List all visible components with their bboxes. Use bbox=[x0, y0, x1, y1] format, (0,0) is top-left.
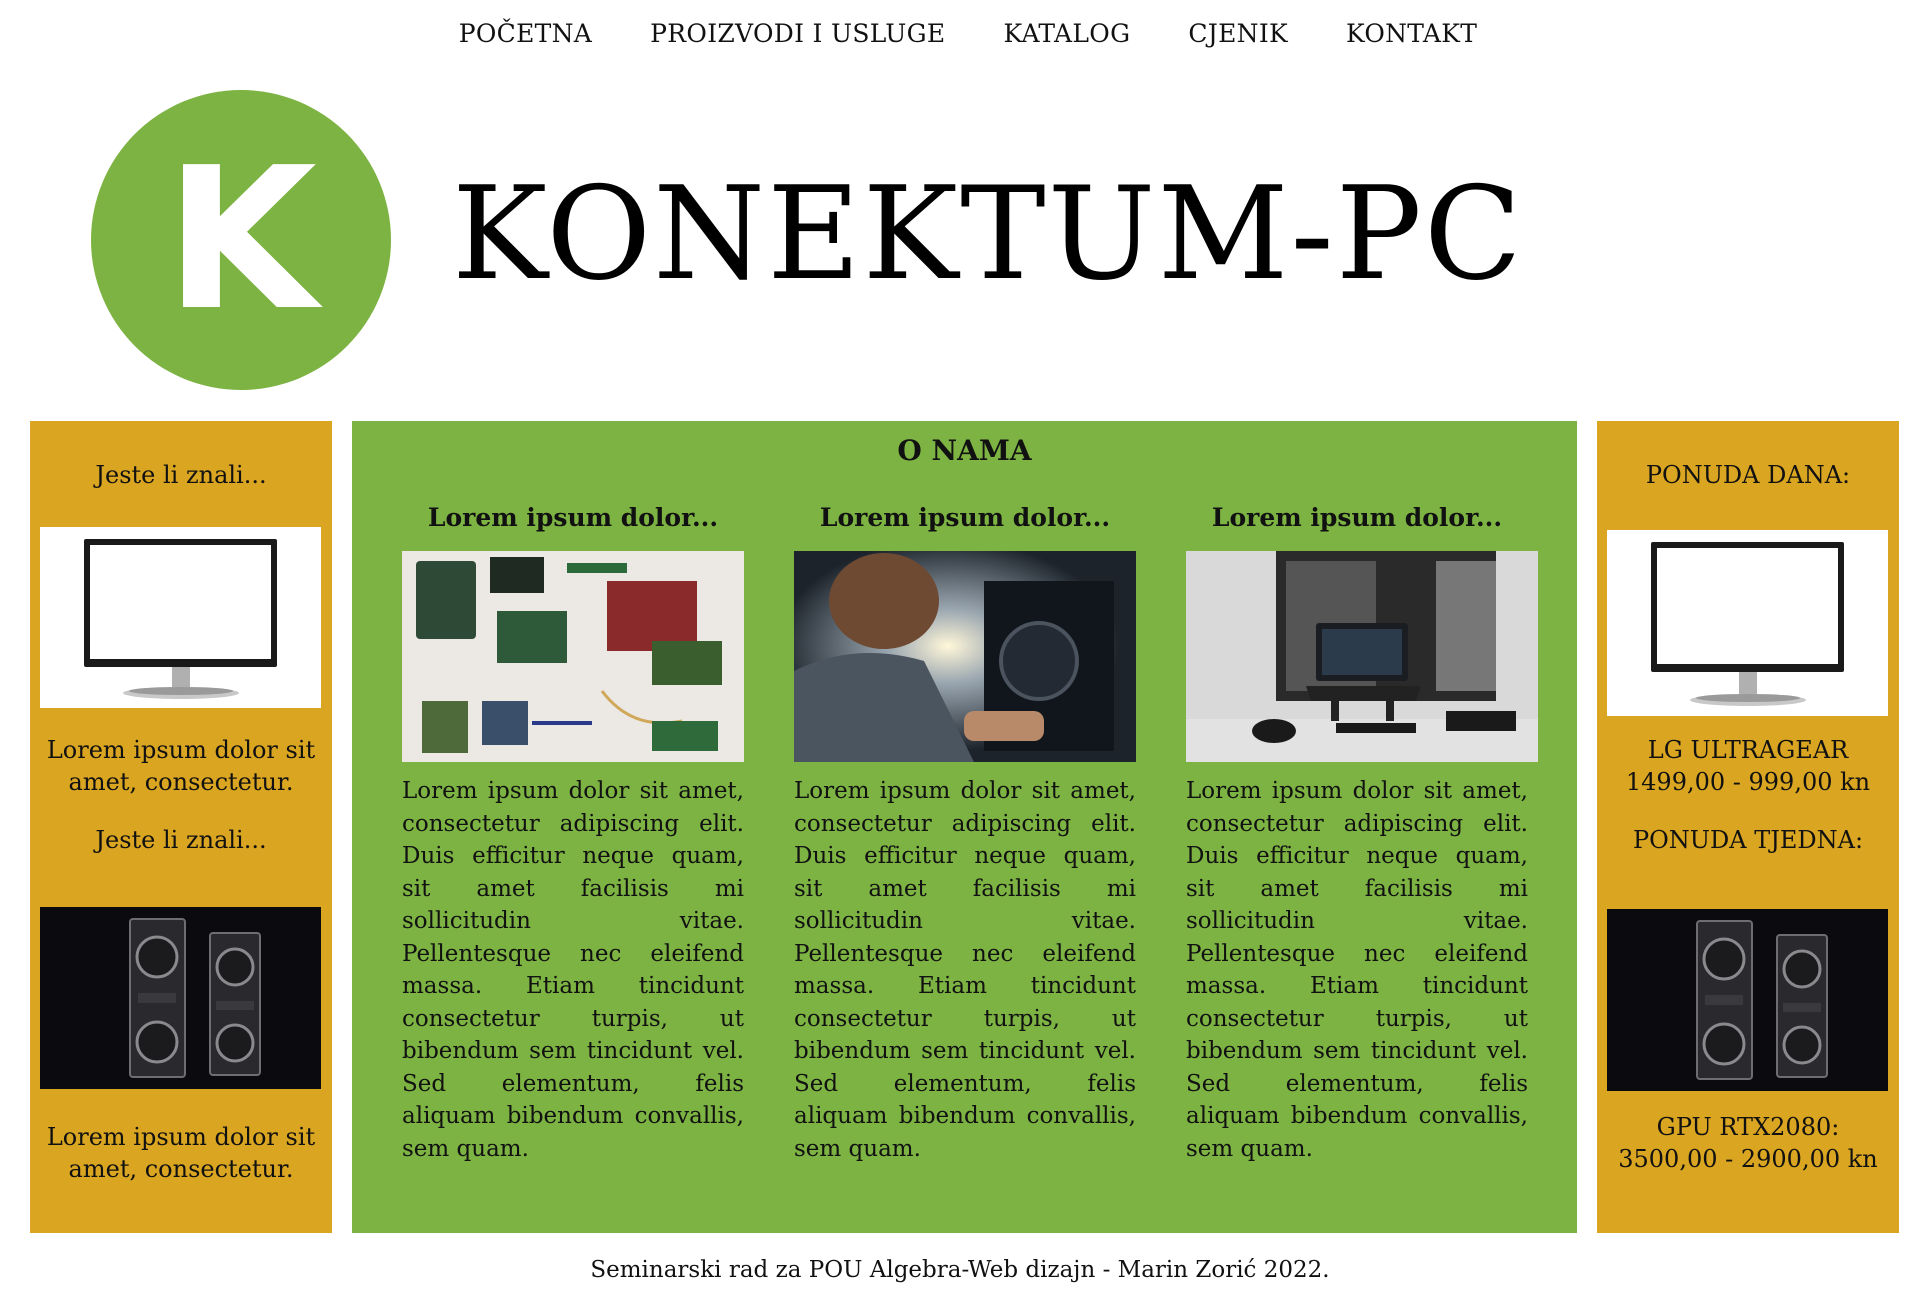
logo-letter: K bbox=[165, 126, 317, 354]
nav-item-cjenik[interactable]: CJENIK bbox=[1188, 14, 1288, 54]
monitor-image bbox=[1607, 530, 1888, 716]
laptop-desk-photo bbox=[1186, 551, 1538, 762]
section-title: O NAMA bbox=[897, 434, 1032, 467]
nav-item-katalog[interactable]: KATALOG bbox=[1003, 14, 1130, 54]
column-text: Lorem ipsum dolor sit amet, consectetur … bbox=[794, 778, 1136, 1162]
offer-of-day-heading: PONUDA DANA: bbox=[1645, 461, 1851, 489]
column-text: Lorem ipsum dolor sit amet, consectetur … bbox=[1186, 778, 1528, 1162]
did-you-know-heading: Jeste li znali... bbox=[95, 826, 267, 854]
did-you-know-heading: Jeste li znali... bbox=[95, 461, 267, 489]
product-name: LG ULTRAGEAR bbox=[1647, 736, 1849, 764]
monitor-icon bbox=[1651, 542, 1844, 706]
column-heading: Lorem ipsum dolor... bbox=[819, 503, 1111, 532]
offer-of-week-heading: PONUDA TJEDNA: bbox=[1632, 826, 1864, 854]
left-sidebar: Jeste li znali... Lorem ipsum dolor sit … bbox=[30, 421, 332, 1233]
about-section: O NAMA Lorem ipsum dolor... Lorem ipsum … bbox=[352, 421, 1577, 1233]
graphics-cards-image bbox=[1607, 909, 1888, 1091]
site-logo[interactable]: K bbox=[91, 90, 391, 390]
column-text: Lorem ipsum dolor sit amet, consectetur … bbox=[402, 778, 744, 1162]
gpu-icon bbox=[1696, 920, 1828, 1080]
graphics-cards-image bbox=[40, 907, 321, 1089]
monitor-icon bbox=[84, 539, 277, 699]
nav-item-kontakt[interactable]: KONTAKT bbox=[1346, 14, 1477, 54]
product-price: 1499,00 - 999,00 kn bbox=[1625, 768, 1871, 796]
right-sidebar: PONUDA DANA: LG ULTRAGEAR 1499,00 - 999,… bbox=[1597, 421, 1899, 1233]
column-heading: Lorem ipsum dolor... bbox=[1211, 503, 1503, 532]
nav-item-pocetna[interactable]: POČETNA bbox=[459, 14, 592, 54]
product-name: GPU RTX2080: bbox=[1656, 1113, 1840, 1141]
monitor-image bbox=[40, 527, 321, 708]
column-heading: Lorem ipsum dolor... bbox=[427, 503, 719, 532]
product-price: 3500,00 - 2900,00 kn bbox=[1618, 1145, 1878, 1173]
site-title: KONEKTUM-PC bbox=[452, 160, 1524, 309]
sidebar-text: Lorem ipsum dolor sit amet, consectetur. bbox=[46, 736, 316, 796]
technician-repair-photo bbox=[794, 551, 1136, 762]
about-column: Lorem ipsum dolor... Lorem ipsum dolor s… bbox=[1186, 501, 1538, 1162]
footer-text: Seminarski rad za POU Algebra-Web dizajn… bbox=[590, 1257, 1330, 1283]
computer-parts-photo bbox=[402, 551, 744, 762]
about-column: Lorem ipsum dolor... Lorem ipsum dolor s… bbox=[794, 501, 1136, 1162]
nav-item-proizvodi-i-usluge[interactable]: PROIZVODI I USLUGE bbox=[650, 14, 945, 54]
sidebar-text: Lorem ipsum dolor sit amet, consectetur. bbox=[46, 1123, 316, 1183]
about-column: Lorem ipsum dolor... Lorem ipsum dolor s… bbox=[402, 501, 744, 1162]
main-nav: POČETNA PROIZVODI I USLUGE KATALOG CJENI… bbox=[0, 14, 1920, 54]
gpu-icon bbox=[129, 918, 261, 1078]
